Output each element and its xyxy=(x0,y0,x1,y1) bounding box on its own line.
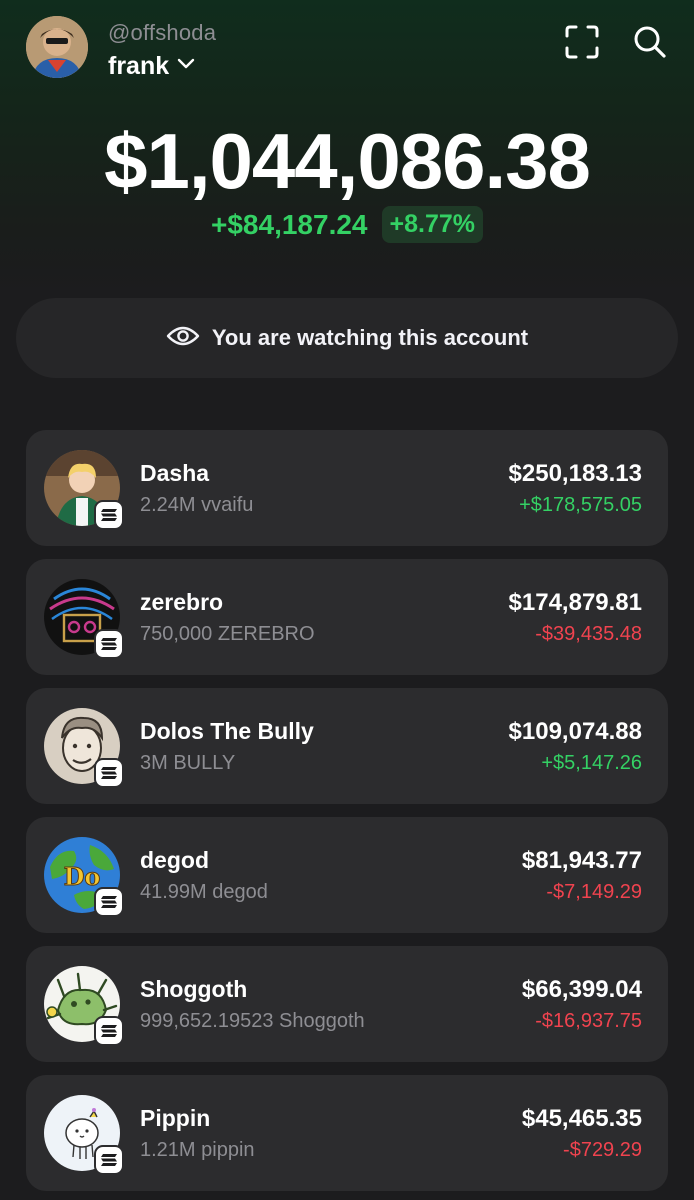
chevron-down-icon xyxy=(177,57,195,75)
portfolio-change-percent: +8.77% xyxy=(381,206,483,243)
portfolio-balance: $1,044,086.38 xyxy=(104,117,591,205)
token-pnl: -$7,149.29 xyxy=(546,881,642,903)
token-name: zerebro xyxy=(140,589,224,615)
token-value: $81,943.77 xyxy=(521,847,642,874)
token-amount: 750,000 ZEREBRO xyxy=(140,623,315,645)
token-pnl: -$16,937.75 xyxy=(535,1010,642,1032)
token-row-zerebro[interactable]: zerebro 750,000 ZEREBRO $174,879.81 -$39… xyxy=(26,559,668,675)
token-name: Dolos The Bully xyxy=(140,718,314,744)
solana-icon xyxy=(94,758,124,788)
scan-button[interactable] xyxy=(562,24,602,64)
token-amount: 41.99M degod xyxy=(140,881,268,903)
token-pnl: +$5,147.26 xyxy=(541,752,642,774)
svg-text:Do: Do xyxy=(64,862,101,891)
header-actions xyxy=(562,24,670,64)
search-icon xyxy=(633,25,667,64)
search-button[interactable] xyxy=(630,24,670,64)
scan-icon xyxy=(565,25,599,64)
token-name: degod xyxy=(140,847,209,873)
avatar[interactable] xyxy=(26,16,88,78)
token-value: $109,074.88 xyxy=(508,718,642,745)
solana-icon xyxy=(94,629,124,659)
account-switcher[interactable]: frank xyxy=(108,50,195,82)
token-row-dasha[interactable]: Dasha 2.24M vvaifu $250,183.13 +$178,575… xyxy=(26,430,668,546)
account-name: frank xyxy=(108,51,170,80)
token-amount: 1.21M pippin xyxy=(140,1139,255,1161)
portfolio-change: +$84,187.24 +8.77% xyxy=(0,206,694,243)
token-amount: 3M BULLY xyxy=(140,752,236,774)
watching-text: You are watching this account xyxy=(211,325,529,350)
token-amount: 999,652.19523 Shoggoth xyxy=(140,1010,365,1032)
solana-icon xyxy=(94,500,124,530)
header: @offshoda frank xyxy=(24,14,670,84)
token-name: Dasha xyxy=(140,460,210,486)
token-name: Pippin xyxy=(140,1105,211,1131)
token-value: $66,399.04 xyxy=(521,976,642,1003)
account-handle: @offshoda xyxy=(108,20,217,45)
portfolio-change-amount: +$84,187.24 xyxy=(211,208,368,240)
token-row-degod[interactable]: Do degod 41.99M degod $81,943.77 -$7,149… xyxy=(26,817,668,933)
eye-icon xyxy=(166,325,200,352)
token-row-shoggoth[interactable]: Shoggoth 999,652.19523 Shoggoth $66,399.… xyxy=(26,946,668,1062)
watching-banner: You are watching this account xyxy=(16,298,678,378)
token-value: $250,183.13 xyxy=(508,460,642,487)
token-pnl: +$178,575.05 xyxy=(519,494,642,516)
token-pnl: -$39,435.48 xyxy=(535,623,642,645)
token-row-dolos-the-bully[interactable]: Dolos The Bully 3M BULLY $109,074.88 +$5… xyxy=(26,688,668,804)
token-value: $174,879.81 xyxy=(508,589,642,616)
solana-icon xyxy=(94,1145,124,1175)
solana-icon xyxy=(94,1016,124,1046)
token-pnl: -$729.29 xyxy=(563,1139,642,1161)
token-row-pippin[interactable]: Pippin 1.21M pippin $45,465.35 -$729.29 xyxy=(26,1075,668,1191)
token-amount: 2.24M vvaifu xyxy=(140,494,254,516)
solana-icon xyxy=(94,887,124,917)
token-list: Dasha 2.24M vvaifu $250,183.13 +$178,575… xyxy=(26,430,668,1200)
token-name: Shoggoth xyxy=(140,976,248,1002)
token-value: $45,465.35 xyxy=(521,1105,642,1132)
wallet-screen: @offshoda frank $1,044,086.38 +$84,187.2… xyxy=(0,0,694,1200)
